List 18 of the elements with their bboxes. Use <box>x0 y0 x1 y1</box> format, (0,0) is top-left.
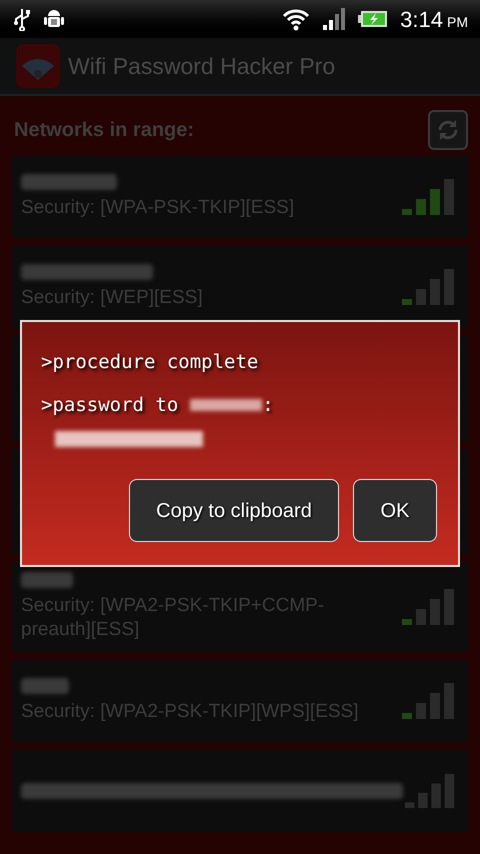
clock-time: 3:14 <box>400 6 443 34</box>
console-line: >password to <box>41 392 178 418</box>
app-wifi-icon <box>16 44 60 88</box>
clock-am-pm: PM <box>447 12 468 32</box>
app-title: Wifi Password Hacker Pro <box>68 52 336 81</box>
dialog-button[interactable]: Copy to clipboard <box>129 479 339 542</box>
cell-signal-icon <box>322 7 346 31</box>
network-row[interactable] <box>12 750 468 832</box>
usb-icon <box>12 7 32 31</box>
redacted-network-name <box>21 572 73 588</box>
console-line: >procedure complete <box>41 350 260 375</box>
redacted-network-name <box>21 678 69 694</box>
colon-text: : <box>262 392 274 418</box>
battery-charging-icon <box>358 10 388 28</box>
dialog-button[interactable]: OK <box>353 479 437 542</box>
section-heading: Networks in range: <box>13 118 194 143</box>
wifi-icon <box>282 7 310 31</box>
refresh-button[interactable] <box>428 110 468 150</box>
